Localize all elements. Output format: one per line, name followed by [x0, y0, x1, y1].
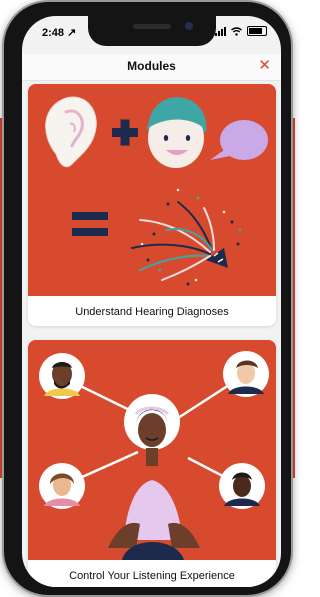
- notch: [88, 16, 216, 46]
- screen: 2:48 ↗ Modules ✕ Understand Hearing Diag…: [22, 16, 281, 587]
- close-button[interactable]: ✕: [258, 56, 271, 74]
- signal-icon: [215, 27, 226, 36]
- battery-icon: [247, 26, 267, 36]
- front-camera: [185, 22, 193, 30]
- speaker-grille: [133, 24, 171, 29]
- phone-frame: 2:48 ↗ Modules ✕ Understand Hearing Diag…: [4, 2, 291, 595]
- status-icons: [215, 26, 267, 36]
- avatar-bottom-right: [219, 463, 265, 509]
- wifi-icon: [231, 27, 242, 36]
- listening-experience-illustration: [28, 340, 276, 560]
- smiling-face-icon: [146, 97, 207, 168]
- navigation-bar: Modules ✕: [22, 54, 281, 81]
- module-card-title: Control Your Listening Experience: [69, 570, 235, 582]
- module-card-listening-experience[interactable]: Control Your Listening Experience: [28, 340, 276, 587]
- page-title: Modules: [127, 59, 176, 73]
- status-time: 2:48 ↗: [42, 27, 77, 39]
- module-card-hearing-diagnoses[interactable]: Understand Hearing Diagnoses: [28, 84, 276, 326]
- module-card-title: Understand Hearing Diagnoses: [75, 306, 229, 318]
- avatar-top-right: [223, 351, 269, 397]
- avatar-top-left: [39, 353, 85, 399]
- hearing-diagnosis-illustration: [28, 84, 276, 296]
- avatar-bottom-left: [39, 463, 85, 509]
